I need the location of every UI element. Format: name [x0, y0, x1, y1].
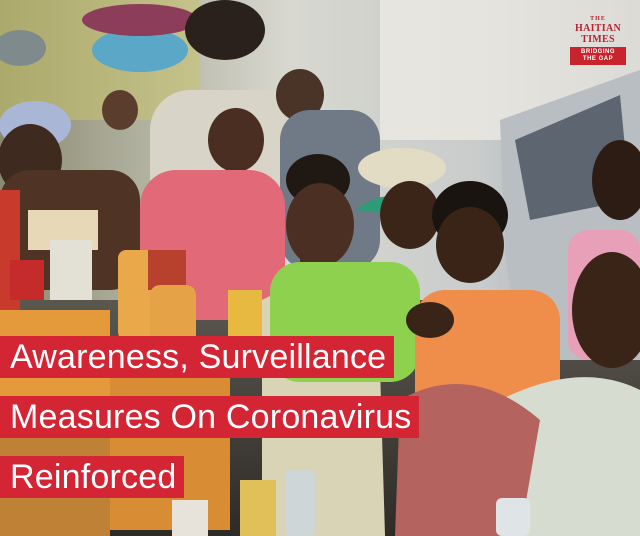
haitian-times-logo: THE HAITIAN TIMES BRIDGING THE GAP [570, 16, 626, 65]
headline-line-2: Measures On Coronavirus [0, 396, 420, 438]
logo-tagline-line1: BRIDGING [581, 49, 615, 55]
headline-line-3: Reinforced [0, 456, 185, 498]
logo-the: THE [590, 16, 606, 22]
logo-tagline-line2: THE GAP [582, 56, 614, 62]
logo-tagline: BRIDGING THE GAP [570, 47, 626, 65]
logo-name-line1: HAITIAN [575, 23, 621, 34]
headline-line-1: Awareness, Surveillance [0, 336, 395, 378]
logo-name-line2: TIMES [581, 34, 615, 45]
